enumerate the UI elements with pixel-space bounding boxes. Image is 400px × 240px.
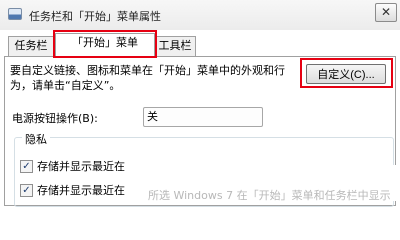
tab-toolbars[interactable]: 工具栏 (154, 36, 196, 56)
customize-description: 要自定义链接、图标和菜单在「开始」菜单中的外观和行为，请单击“自定义”。 (10, 64, 285, 92)
privacy-option-recent-items[interactable]: ✓ 存储并显示最近在 (20, 182, 125, 198)
privacy-option-recent-programs[interactable]: ✓ 存储并显示最近在 (20, 158, 125, 174)
power-button-select[interactable]: 关 (143, 107, 263, 127)
checkbox-label: 存储并显示最近在 (37, 184, 125, 197)
checkbox[interactable]: ✓ (20, 183, 33, 197)
tab-highlight-box (53, 30, 157, 58)
tab-taskbar[interactable]: 任务栏 (8, 36, 54, 56)
window-title: 任务栏和「开始」菜单属性 (29, 10, 161, 23)
overlay-caption: 所选 Windows 7 在「开始」菜单和任务栏中显示 (148, 189, 391, 201)
customize-highlight-box (300, 58, 393, 88)
close-button[interactable]: ✕ (375, 3, 397, 22)
power-button-label: 电源按钮操作(B): (12, 112, 98, 125)
title-bar: 任务栏和「开始」菜单属性 ✕ (0, 0, 400, 30)
caption-overlay: 所选 Windows 7 在「开始」菜单和任务栏中显示 (148, 165, 400, 201)
privacy-group-title: 隐私 (22, 131, 50, 147)
checkbox-label: 存储并显示最近在 (37, 160, 125, 173)
taskbar-properties-icon (8, 8, 22, 20)
checkbox[interactable]: ✓ (20, 159, 33, 173)
